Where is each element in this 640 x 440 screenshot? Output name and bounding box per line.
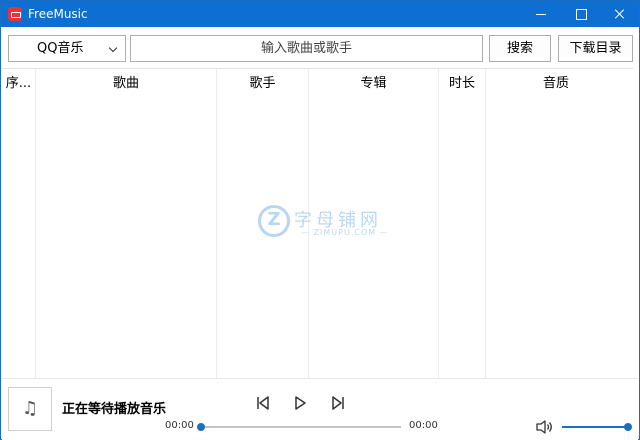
maximize-icon[interactable] xyxy=(564,1,598,27)
music-source-select[interactable]: QQ音乐 xyxy=(8,35,126,62)
column-index: 序... xyxy=(2,69,36,379)
column-header-quality[interactable]: 音质 xyxy=(486,69,626,98)
music-note-icon: ♫ xyxy=(22,398,39,419)
column-header-duration[interactable]: 时长 xyxy=(439,69,485,98)
app-logo-icon xyxy=(8,7,22,21)
music-source-value: QQ音乐 xyxy=(37,41,84,56)
column-quality: 音质 xyxy=(486,69,626,379)
download-folder-button[interactable]: 下载目录 xyxy=(558,35,633,62)
app-window: FreeMusic QQ音乐 搜索 下载目录 序... 歌曲 歌手 专辑 时长 … xyxy=(0,0,640,440)
column-header-index[interactable]: 序... xyxy=(2,69,35,98)
volume-slider-thumb[interactable] xyxy=(624,423,632,431)
chevron-down-icon xyxy=(108,43,118,53)
volume-slider-fill xyxy=(562,426,629,428)
column-song: 歌曲 xyxy=(36,69,217,379)
volume-slider[interactable] xyxy=(562,423,632,431)
album-cover[interactable]: ♫ xyxy=(8,387,52,431)
search-button[interactable]: 搜索 xyxy=(489,35,551,62)
column-header-song[interactable]: 歌曲 xyxy=(36,69,216,98)
column-header-artist[interactable]: 歌手 xyxy=(217,69,308,98)
total-time: 00:00 xyxy=(409,420,438,431)
progress-slider[interactable] xyxy=(197,423,401,431)
progress-slider-thumb[interactable] xyxy=(197,423,205,431)
volume-icon[interactable] xyxy=(535,419,553,435)
window-title: FreeMusic xyxy=(28,7,88,21)
title-bar[interactable]: FreeMusic xyxy=(1,1,639,27)
player-bar: ♫ 正在等待播放音乐 00:00 00:00 xyxy=(2,378,638,440)
watermark-subtext: — ZIMUPU.COM — xyxy=(301,228,389,237)
close-icon[interactable] xyxy=(602,1,636,27)
watermark-logo-icon xyxy=(258,205,290,237)
current-time: 00:00 xyxy=(165,420,194,431)
search-input[interactable] xyxy=(130,35,483,62)
previous-icon[interactable] xyxy=(254,394,272,412)
column-header-album[interactable]: 专辑 xyxy=(309,69,438,98)
play-icon[interactable] xyxy=(291,394,309,412)
next-icon[interactable] xyxy=(329,394,347,412)
column-duration: 时长 xyxy=(439,69,486,379)
minimize-icon[interactable] xyxy=(524,1,558,27)
now-playing-status: 正在等待播放音乐 xyxy=(62,402,167,417)
